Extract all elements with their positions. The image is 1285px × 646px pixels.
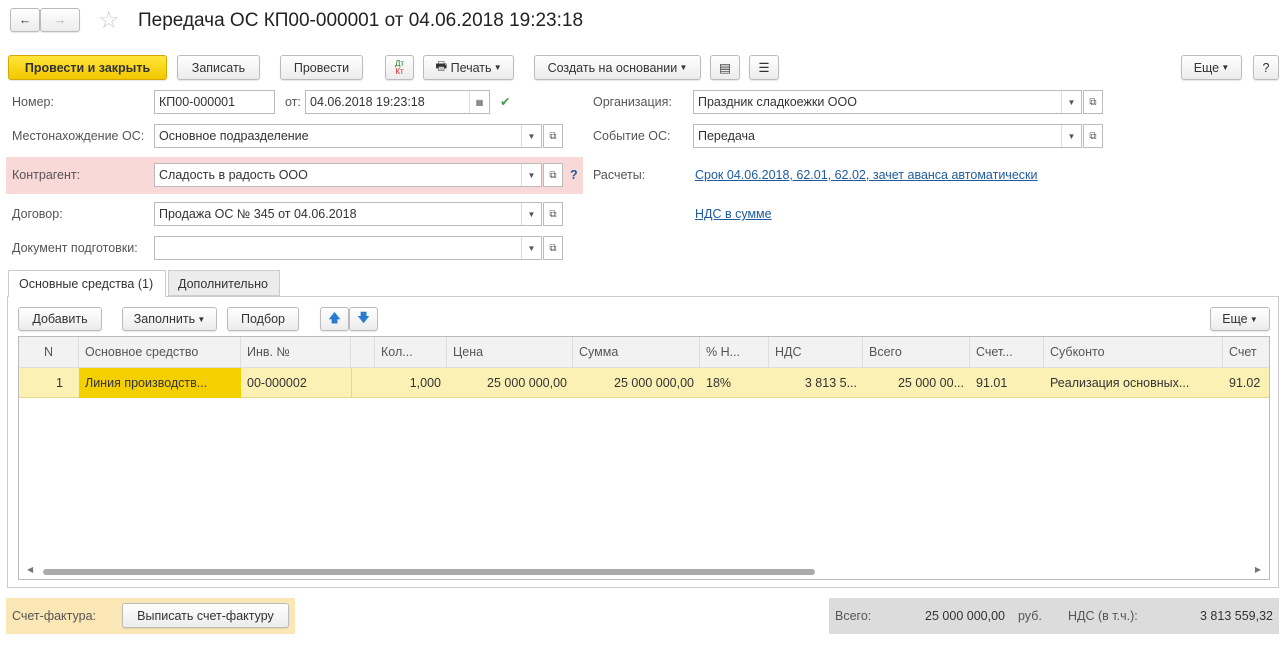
open-icon[interactable]: ⧉ <box>543 163 563 187</box>
counterparty-field[interactable]: Сладость в радость ООО ▼ <box>154 163 542 187</box>
more-button[interactable]: Еще ▼ <box>1181 55 1242 80</box>
column-header[interactable]: НДС <box>769 337 863 367</box>
table-cell[interactable]: 25 000 000,00 <box>573 368 700 398</box>
table-more-button[interactable]: Еще ▼ <box>1210 307 1270 331</box>
check-icon: ✔ <box>500 95 511 109</box>
fill-button[interactable]: Заполнить ▼ <box>122 307 217 331</box>
contract-field[interactable]: Продажа ОС № 345 от 04.06.2018 ▼ <box>154 202 542 226</box>
post-button[interactable]: Провести <box>280 55 363 80</box>
move-down-icon[interactable]: 🡇 <box>349 307 378 331</box>
vat-link[interactable]: НДС в сумме <box>695 207 772 221</box>
invoice-label: Счет-фактура: <box>12 609 97 623</box>
favorite-star-icon[interactable]: ☆ <box>98 6 120 35</box>
column-header[interactable]: % Н... <box>700 337 769 367</box>
vat-total-value: 3 813 559,32 <box>1200 609 1273 623</box>
create-based-on-button[interactable]: Создать на основании ▼ <box>534 55 701 80</box>
column-header[interactable]: N <box>19 337 79 367</box>
help-question-icon[interactable]: ? <box>570 168 578 182</box>
dropdown-icon[interactable]: ▼ <box>521 237 541 259</box>
select-button[interactable]: Подбор <box>227 307 299 331</box>
event-label: Событие ОС: <box>593 129 671 143</box>
tab-fixed-assets[interactable]: Основные средства (1) <box>8 270 166 297</box>
list-icon[interactable]: ☰ <box>749 55 779 80</box>
prep-doc-label: Документ подготовки: <box>12 241 138 255</box>
add-button[interactable]: Добавить <box>18 307 102 331</box>
table-cell[interactable]: 91.02 <box>1223 368 1269 398</box>
table-cell[interactable]: 25 000 000,00 <box>447 368 573 398</box>
open-icon[interactable]: ⧉ <box>1083 124 1103 148</box>
table-cell[interactable]: Реализация основных... <box>1044 368 1223 398</box>
total-value: 25 000 000,00 <box>925 609 1005 623</box>
dt-kt-icon[interactable]: Дт Кт <box>385 55 414 80</box>
table-cell[interactable]: 25 000 00... <box>863 368 970 398</box>
table-cell[interactable]: 3 813 5... <box>769 368 863 398</box>
organization-field[interactable]: Праздник сладкоежки ООО ▼ <box>693 90 1082 114</box>
column-header[interactable]: Счет... <box>970 337 1044 367</box>
column-header[interactable]: Субконто <box>1044 337 1223 367</box>
dropdown-icon[interactable]: ▼ <box>521 164 541 186</box>
table-cell[interactable]: 1 <box>19 368 79 398</box>
column-header[interactable]: Счет <box>1223 337 1269 367</box>
page-title: Передача ОС КП00-000001 от 04.06.2018 19… <box>138 10 584 31</box>
dropdown-icon[interactable]: ▼ <box>1061 91 1081 113</box>
table-cell[interactable]: 91.01 <box>970 368 1044 398</box>
scrollbar-thumb[interactable] <box>43 569 815 575</box>
settlements-link[interactable]: Срок 04.06.2018, 62.01, 62.02, зачет ава… <box>695 168 1037 182</box>
table-cell[interactable]: 18% <box>700 368 769 398</box>
table-row[interactable]: 1 Линия производств... 00-000002 1,000 25 00… <box>19 368 1269 398</box>
event-field[interactable]: Передача ▼ <box>693 124 1082 148</box>
table-cell[interactable]: Линия производств... <box>79 368 241 398</box>
table-cell[interactable]: 00-000002 <box>241 368 351 398</box>
column-header[interactable] <box>351 337 375 367</box>
number-label: Номер: <box>12 95 54 109</box>
column-header[interactable]: Инв. № <box>241 337 351 367</box>
forward-button[interactable]: → <box>40 8 80 32</box>
date-label: от: <box>285 95 301 109</box>
column-header[interactable]: Сумма <box>573 337 700 367</box>
open-icon[interactable]: ⧉ <box>543 236 563 260</box>
currency-label: руб. <box>1018 609 1042 623</box>
date-field[interactable]: 04.06.2018 19:23:18 ▦ <box>305 90 490 114</box>
column-header[interactable]: Всего <box>863 337 970 367</box>
post-and-close-button[interactable]: Провести и закрыть <box>8 55 167 80</box>
table-cell[interactable] <box>351 368 375 398</box>
counterparty-label: Контрагент: <box>12 168 81 182</box>
document-icon[interactable]: ▤ <box>710 55 740 80</box>
horizontal-scrollbar[interactable]: ◀ ▶ <box>27 565 1261 577</box>
location-label: Местонахождение ОС: <box>12 129 145 143</box>
organization-label: Организация: <box>593 95 672 109</box>
table-cell[interactable]: 1,000 <box>375 368 447 398</box>
back-button[interactable]: ← <box>10 8 40 32</box>
location-field[interactable]: Основное подразделение ▼ <box>154 124 542 148</box>
dropdown-icon[interactable]: ▼ <box>521 203 541 225</box>
total-label: Всего: <box>835 609 872 623</box>
dropdown-icon[interactable]: ▼ <box>1061 125 1081 147</box>
open-icon[interactable]: ⧉ <box>1083 90 1103 114</box>
help-button[interactable]: ? <box>1253 55 1279 80</box>
number-field[interactable]: КП00-000001 <box>154 90 275 114</box>
save-button[interactable]: Записать <box>177 55 260 80</box>
calendar-icon[interactable]: ▦ <box>469 91 489 113</box>
printer-icon: 🖶 <box>435 59 451 73</box>
tab-additional[interactable]: Дополнительно <box>168 270 280 296</box>
issue-invoice-button[interactable]: Выписать счет-фактуру <box>122 603 289 628</box>
prep-doc-field[interactable]: ▼ <box>154 236 542 260</box>
vat-total-label: НДС (в т.ч.): <box>1068 609 1138 623</box>
assets-table: N Основное средство Инв. № Кол... Цена Сумма%… <box>18 336 1270 580</box>
settlements-label: Расчеты: <box>593 168 646 182</box>
contract-label: Договор: <box>12 207 63 221</box>
column-header[interactable]: Основное средство <box>79 337 241 367</box>
table-header: N Основное средство Инв. № Кол... Цена Сумма%… <box>19 337 1269 368</box>
move-up-icon[interactable]: 🡅 <box>320 307 349 331</box>
column-header[interactable]: Кол... <box>375 337 447 367</box>
open-icon[interactable]: ⧉ <box>543 124 563 148</box>
print-button[interactable]: 🖶 Печать ▼ <box>423 55 514 80</box>
open-icon[interactable]: ⧉ <box>543 202 563 226</box>
column-header[interactable]: Цена <box>447 337 573 367</box>
dropdown-icon[interactable]: ▼ <box>521 125 541 147</box>
